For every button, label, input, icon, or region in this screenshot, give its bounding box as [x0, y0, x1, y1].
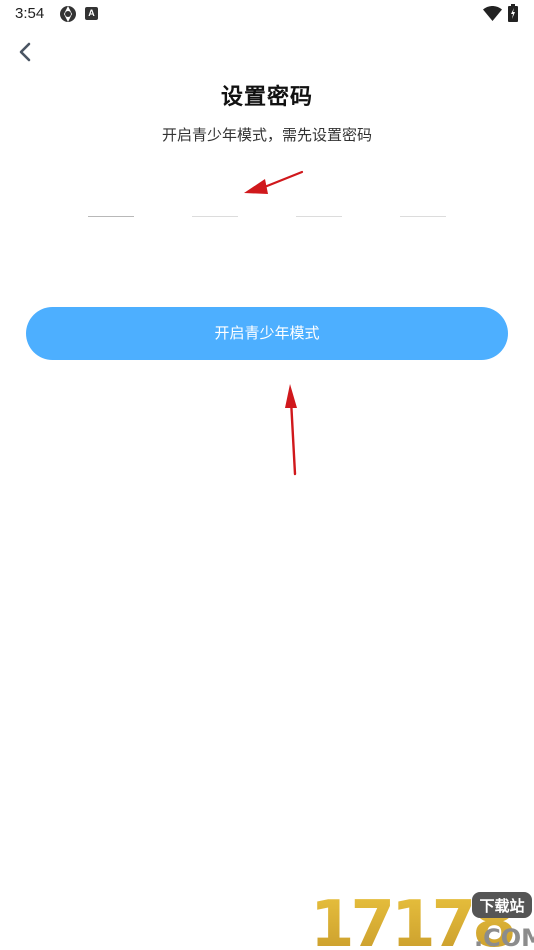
password-slot[interactable] — [400, 216, 446, 217]
page-title: 设置密码 — [220, 85, 313, 110]
watermark-badge: 下载站 — [479, 897, 524, 915]
page-subtitle: 开启青少年模式，需先设置密码 — [161, 126, 372, 144]
a-letter-icon: A — [85, 7, 98, 20]
status-time: 3:54 — [15, 5, 45, 22]
password-slot[interactable] — [88, 216, 134, 217]
enable-teen-mode-button[interactable]: 开启青少年模式 — [26, 307, 508, 360]
watermark-domain: .COM — [474, 924, 534, 950]
annotation-arrow-icon — [285, 384, 297, 476]
status-bar: 3:54 A — [0, 0, 534, 28]
battery-icon — [508, 4, 518, 22]
back-button[interactable] — [10, 36, 42, 68]
password-slot[interactable] — [192, 216, 238, 217]
wifi-icon — [483, 6, 502, 21]
password-slot[interactable] — [296, 216, 342, 217]
watermark-logo: 17178 下载站 .COM — [310, 888, 534, 950]
password-input[interactable] — [88, 216, 446, 218]
aperture-icon — [60, 6, 76, 22]
chevron-left-icon — [19, 42, 31, 62]
annotation-arrow-icon — [244, 170, 304, 194]
